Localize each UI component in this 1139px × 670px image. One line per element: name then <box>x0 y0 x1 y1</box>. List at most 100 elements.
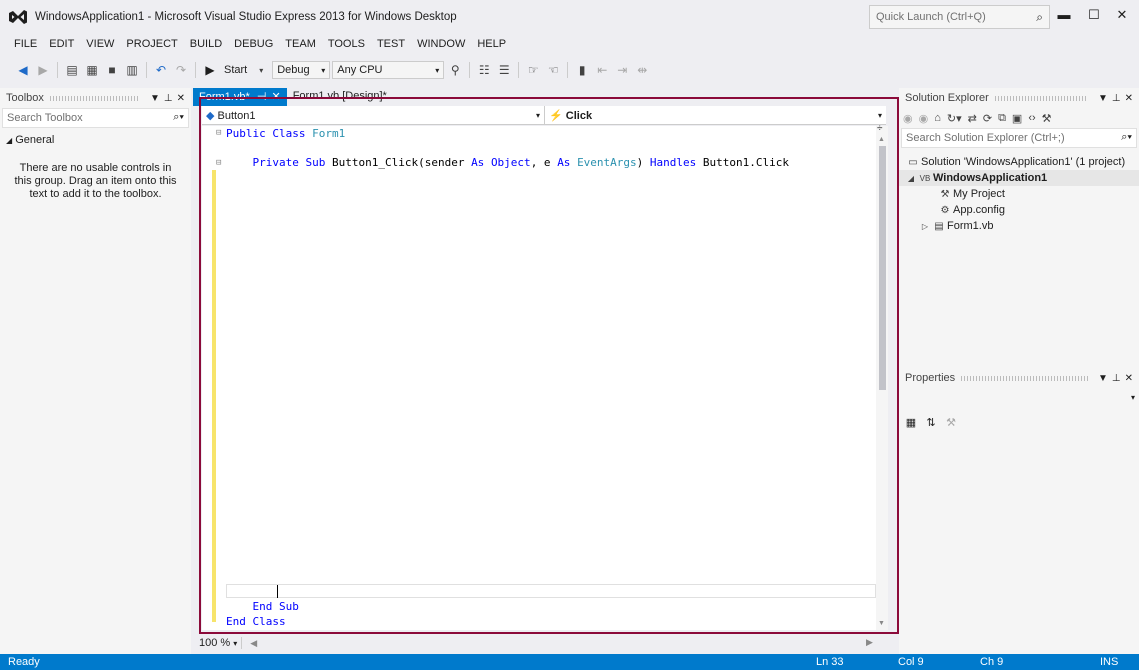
pin-icon[interactable]: ⊥ <box>1112 93 1121 104</box>
tree-item-solution[interactable]: ▭ Solution 'WindowsApplication1' (1 proj… <box>899 154 1139 170</box>
pin-icon[interactable]: ⊥ <box>164 93 173 104</box>
panel-grip[interactable] <box>994 95 1088 101</box>
event-select[interactable]: ⚡ Click ▾ <box>545 106 886 125</box>
collapse-icon[interactable]: ⊟ <box>216 158 221 168</box>
search-icon: ⌕▾ <box>1121 131 1132 143</box>
minimize-button[interactable]: ▬ <box>1050 4 1078 26</box>
split-icon[interactable]: ÷ <box>877 123 883 134</box>
menu-tools[interactable]: TOOLS <box>322 36 371 56</box>
platform-select[interactable]: Any CPU ▾ <box>332 61 445 79</box>
history-icon[interactable]: ↻▾ <box>947 112 962 125</box>
start-icon[interactable]: ▶ <box>201 61 219 79</box>
navigate-forward-icon[interactable]: ▶ <box>34 61 52 79</box>
panel-grip[interactable] <box>961 375 1088 381</box>
collapse-icon[interactable]: ⊟ <box>216 128 221 138</box>
bookmark-icon[interactable]: ▮ <box>573 61 591 79</box>
scroll-thumb[interactable] <box>879 146 886 390</box>
properties-object-select[interactable]: ▾ <box>899 390 1139 410</box>
menu-team[interactable]: TEAM <box>279 36 322 56</box>
scroll-down-icon[interactable]: ▼ <box>878 620 885 627</box>
forward-icon[interactable]: ◉ <box>919 112 929 125</box>
vb-project-icon: VB <box>919 173 931 183</box>
next-bookmark-icon[interactable]: ⇥ <box>613 61 631 79</box>
scroll-left-icon[interactable]: ◀ <box>250 638 257 649</box>
tree-item-my-project[interactable]: ⚒ My Project <box>899 186 1139 202</box>
properties-icon[interactable]: ▣ <box>1012 112 1022 125</box>
uncomment-icon[interactable]: ☜ <box>544 61 562 79</box>
solution-explorer-panel: Solution Explorer ▼ ⊥ ✕ ◉ ◉ ⌂ ↻▾ ⇄ ⟳ ⧉ ▣… <box>899 88 1139 368</box>
chevron-down-icon[interactable]: ▼ <box>1098 93 1108 104</box>
tree-item-label: My Project <box>953 188 1005 200</box>
refresh-icon[interactable]: ⟳ <box>983 112 992 125</box>
chevron-down-icon[interactable]: ▾ <box>252 61 270 79</box>
properties-header: Properties ▼ ⊥ ✕ <box>899 368 1139 388</box>
close-button[interactable]: ✕ <box>1108 4 1136 26</box>
clear-bookmark-icon[interactable]: ⇹ <box>633 61 651 79</box>
comment-icon[interactable]: ☞ <box>524 61 542 79</box>
wrench-icon[interactable]: ⚒ <box>1042 112 1052 125</box>
view-code-icon[interactable]: ‹› <box>1028 112 1035 124</box>
standard-toolbar: ◀ ▶ ▤ ▦ ■ ▥ ↶ ↷ ▶ Start ▾ Debug ▾ Any CP… <box>14 58 651 82</box>
close-icon[interactable]: ✕ <box>177 93 185 104</box>
pin-icon[interactable]: ⊥ <box>1112 373 1121 384</box>
save-icon[interactable]: ■ <box>103 61 121 79</box>
align-icon[interactable]: ☷ <box>475 61 493 79</box>
menu-help[interactable]: HELP <box>471 36 512 56</box>
properties-title: Properties <box>905 372 956 384</box>
navigate-back-icon[interactable]: ◀ <box>14 61 32 79</box>
save-all-icon[interactable]: ▥ <box>123 61 141 79</box>
change-tracking-bar <box>212 170 216 622</box>
menu-build[interactable]: BUILD <box>184 36 228 56</box>
collapse-all-icon[interactable]: ⧉ <box>998 112 1006 125</box>
configuration-select[interactable]: Debug ▾ <box>272 61 331 79</box>
close-icon[interactable]: ✕ <box>1125 373 1133 384</box>
menu-debug[interactable]: DEBUG <box>228 36 279 56</box>
scroll-right-icon[interactable]: ▶ <box>866 637 873 648</box>
maximize-button[interactable]: ☐ <box>1080 4 1108 26</box>
tree-item-app-config[interactable]: ⚙ App.config <box>899 202 1139 218</box>
property-pages-icon[interactable]: ⚒ <box>943 414 959 430</box>
menu-window[interactable]: WINDOW <box>411 36 471 56</box>
toolbar-separator <box>567 62 569 78</box>
toolbox-search-input[interactable]: Search Toolbox ⌕▾ <box>2 108 189 128</box>
undo-icon[interactable]: ↶ <box>152 61 170 79</box>
menu-view[interactable]: VIEW <box>80 36 120 56</box>
code-editor[interactable]: ⊟ Public Class Form1 ⊟ Private Sub Butto… <box>202 126 876 630</box>
toolbox-group-general[interactable]: ◢ General <box>0 128 191 152</box>
back-icon[interactable]: ◉ <box>903 112 913 125</box>
expand-triangle-icon[interactable]: ▷ <box>919 222 931 231</box>
chevron-down-icon: ▾ <box>1130 393 1135 402</box>
start-button[interactable]: Start <box>221 64 250 76</box>
open-file-icon[interactable]: ▦ <box>83 61 101 79</box>
object-select[interactable]: ◆ Button1 ▾ <box>202 106 545 125</box>
solution-search-input[interactable]: Search Solution Explorer (Ctrl+;) ⌕▾ <box>901 128 1137 148</box>
code-navigation-bar: ◆ Button1 ▾ ⚡ Click ▾ <box>202 106 886 125</box>
zoom-level-select[interactable]: 100 % ▾ <box>195 637 243 649</box>
menu-edit[interactable]: EDIT <box>43 36 80 56</box>
expand-triangle-icon[interactable]: ◢ <box>905 174 917 183</box>
menu-test[interactable]: TEST <box>371 36 411 56</box>
categorized-icon[interactable]: ▦ <box>903 414 919 430</box>
chevron-down-icon[interactable]: ▼ <box>1098 373 1108 384</box>
tree-item-label: WindowsApplication1 <box>933 172 1048 184</box>
menu-file[interactable]: FILE <box>8 36 43 56</box>
quick-launch-input[interactable]: Quick Launch (Ctrl+Q) ⌕ <box>869 5 1050 29</box>
home-icon[interactable]: ⌂ <box>934 112 941 124</box>
chevron-down-icon[interactable]: ▼ <box>150 93 160 104</box>
window-title: WindowsApplication1 - Microsoft Visual S… <box>35 11 457 23</box>
prev-bookmark-icon[interactable]: ⇤ <box>593 61 611 79</box>
sync-icon[interactable]: ⇄ <box>968 112 977 125</box>
chevron-down-icon: ▾ <box>877 111 882 120</box>
code-line: Private Sub Button1_Click(sender As Obje… <box>252 156 790 169</box>
tree-item-form1[interactable]: ▷ ▤ Form1.vb <box>899 218 1139 234</box>
close-icon[interactable]: ✕ <box>1125 93 1133 104</box>
redo-icon[interactable]: ↷ <box>172 61 190 79</box>
tree-item-project[interactable]: ◢ VB WindowsApplication1 <box>899 170 1139 186</box>
new-project-icon[interactable]: ▤ <box>63 61 81 79</box>
menu-project[interactable]: PROJECT <box>120 36 183 56</box>
alphabetical-icon[interactable]: ⇅ <box>923 414 939 430</box>
format-icon[interactable]: ☰ <box>495 61 513 79</box>
find-icon[interactable]: ⚲ <box>446 61 464 79</box>
panel-grip[interactable] <box>49 95 140 101</box>
scroll-up-icon[interactable]: ▲ <box>878 136 885 143</box>
